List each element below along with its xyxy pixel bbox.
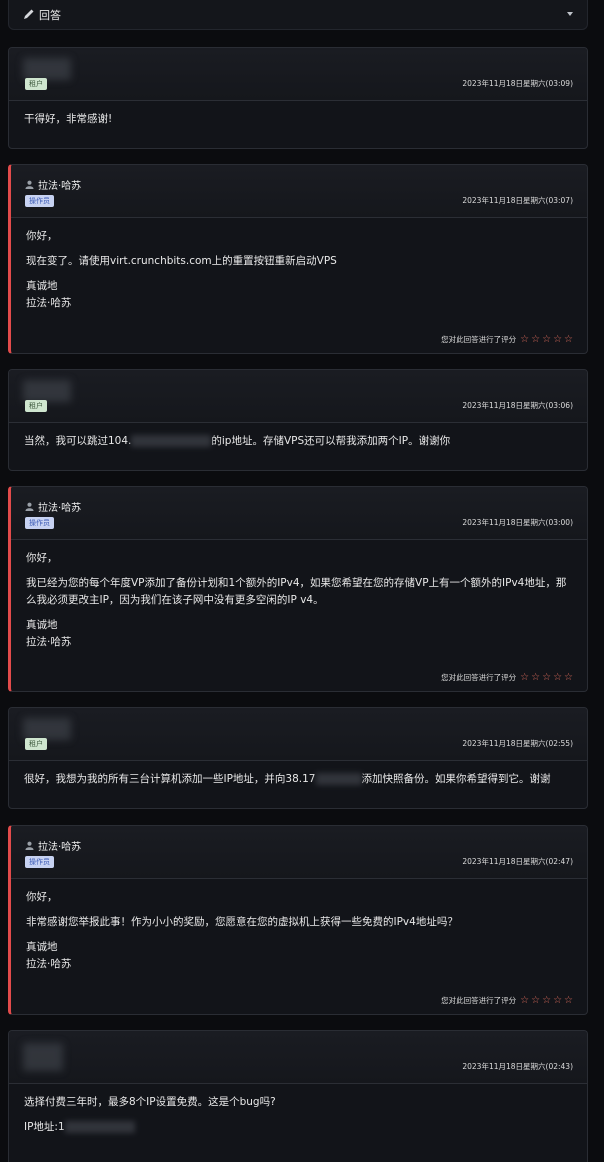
reply-label: 回答 bbox=[39, 9, 61, 22]
user-icon bbox=[25, 841, 34, 850]
role-badge: 租户 bbox=[25, 738, 47, 750]
star-icon[interactable]: ☆ bbox=[564, 334, 573, 345]
avatar bbox=[23, 380, 71, 402]
message-text: 你好， bbox=[26, 552, 58, 564]
author-name: 拉法·哈苏 bbox=[38, 503, 82, 514]
reply-toggle-bar[interactable]: 回答 bbox=[8, 0, 588, 30]
pencil-icon bbox=[24, 9, 34, 19]
rating-stars[interactable]: ☆ ☆ ☆ ☆ ☆ bbox=[520, 334, 573, 345]
star-icon[interactable]: ☆ bbox=[542, 334, 551, 345]
rating-stars[interactable]: ☆ ☆ ☆ ☆ ☆ bbox=[520, 672, 573, 683]
message-text: 当然，我可以跳过104. 的ip地址。存储VPS还可以帮我添加两个IP。谢谢你 bbox=[24, 435, 451, 447]
message-date: 2023年11月18日星期六(03:00) bbox=[462, 518, 573, 527]
ticket-message: 租户 2023年11月18日星期六(03:06) 当然，我可以跳过104. 的ip… bbox=[8, 369, 588, 471]
star-icon[interactable]: ☆ bbox=[542, 672, 551, 683]
message-date: 2023年11月18日星期六(03:06) bbox=[462, 401, 573, 410]
role-badge: 操作员 bbox=[25, 195, 54, 207]
message-text: 干得好，非常感谢! bbox=[24, 113, 113, 125]
ticket-message: 拉法·哈苏 操作员 2023年11月18日星期六(03:07) 你好， 现在变了… bbox=[8, 164, 588, 354]
role-badge: 操作员 bbox=[25, 517, 54, 529]
avatar bbox=[23, 58, 71, 80]
message-date: 2023年11月18日星期六(03:07) bbox=[462, 196, 573, 205]
signature-line: 真诚地 bbox=[26, 941, 58, 953]
user-icon bbox=[25, 180, 34, 189]
avatar bbox=[23, 718, 71, 740]
star-icon[interactable]: ☆ bbox=[553, 672, 562, 683]
signature-name: 拉法·哈苏 bbox=[26, 636, 72, 648]
message-text: IP地址:1 bbox=[24, 1119, 572, 1136]
message-text: 现在变了。请使用virt.crunchbits.com上的重置按钮重新启动VPS bbox=[26, 255, 337, 267]
star-icon[interactable]: ☆ bbox=[553, 995, 562, 1006]
star-icon[interactable]: ☆ bbox=[531, 672, 540, 683]
message-text: 你好， bbox=[26, 891, 58, 903]
star-icon[interactable]: ☆ bbox=[531, 334, 540, 345]
message-text: 选择付费三年时，最多8个IP设置免费。这是个bug吗? bbox=[24, 1096, 276, 1108]
redacted-text bbox=[131, 435, 212, 447]
redacted-text bbox=[315, 773, 362, 785]
ticket-message: 拉法·哈苏 操作员 2023年11月18日星期六(02:47) 你好， 非常感谢… bbox=[8, 825, 588, 1015]
star-icon[interactable]: ☆ bbox=[520, 672, 529, 683]
ticket-message: 租户 2023年11月18日星期六(02:55) 很好，我想为我的所有三台计算机… bbox=[8, 707, 588, 809]
signature-line: 真诚地 bbox=[26, 280, 58, 292]
rating-prompt: 您对此回答进行了评分 bbox=[441, 335, 517, 344]
star-icon[interactable]: ☆ bbox=[564, 672, 573, 683]
message-date: 2023年11月18日星期六(02:55) bbox=[462, 739, 573, 748]
signature-name: 拉法·哈苏 bbox=[26, 297, 72, 309]
role-badge: 操作员 bbox=[25, 856, 54, 868]
star-icon[interactable]: ☆ bbox=[531, 995, 540, 1006]
user-icon bbox=[25, 502, 34, 511]
star-icon[interactable]: ☆ bbox=[542, 995, 551, 1006]
message-date: 2023年11月18日星期六(02:43) bbox=[462, 1062, 573, 1071]
message-date: 2023年11月18日星期六(02:47) bbox=[462, 857, 573, 866]
rating-row: 您对此回答进行了评分 ☆ ☆ ☆ ☆ ☆ bbox=[441, 334, 573, 345]
star-icon[interactable]: ☆ bbox=[564, 995, 573, 1006]
signature-line: 真诚地 bbox=[26, 619, 58, 631]
message-text: 你好， bbox=[26, 230, 58, 242]
rating-row: 您对此回答进行了评分 ☆ ☆ ☆ ☆ ☆ bbox=[441, 995, 573, 1006]
message-text: 很好，我想为我的所有三台计算机添加一些IP地址，并向38.17 添加快照备份。如果… bbox=[24, 773, 551, 785]
chevron-down-icon[interactable] bbox=[567, 12, 573, 16]
author-name: 拉法·哈苏 bbox=[38, 842, 82, 853]
message-date: 2023年11月18日星期六(03:09) bbox=[462, 79, 573, 88]
message-text: 非常感谢您举报此事！作为小小的奖励，您愿意在您的虚拟机上获得一些免费的IPv4地… bbox=[26, 916, 458, 928]
author-name: 拉法·哈苏 bbox=[38, 181, 82, 192]
rating-prompt: 您对此回答进行了评分 bbox=[441, 996, 517, 1005]
star-icon[interactable]: ☆ bbox=[520, 995, 529, 1006]
role-badge: 租户 bbox=[25, 400, 47, 412]
rating-row: 您对此回答进行了评分 ☆ ☆ ☆ ☆ ☆ bbox=[441, 672, 573, 683]
star-icon[interactable]: ☆ bbox=[553, 334, 562, 345]
ticket-message: 2023年11月18日星期六(02:43) 选择付费三年时，最多8个IP设置免费… bbox=[8, 1030, 588, 1162]
signature-name: 拉法·哈苏 bbox=[26, 958, 72, 970]
avatar bbox=[23, 1043, 63, 1071]
redacted-text bbox=[64, 1121, 135, 1133]
ticket-message: 租户 2023年11月18日星期六(03:09) 干得好，非常感谢! bbox=[8, 47, 588, 149]
star-icon[interactable]: ☆ bbox=[520, 334, 529, 345]
rating-stars[interactable]: ☆ ☆ ☆ ☆ ☆ bbox=[520, 995, 573, 1006]
message-text: 我已经为您的每个年度VP添加了备份计划和1个额外的IPv4，如果您希望在您的存储… bbox=[26, 577, 567, 606]
role-badge: 租户 bbox=[25, 78, 47, 90]
ticket-message: 拉法·哈苏 操作员 2023年11月18日星期六(03:00) 你好， 我已经为… bbox=[8, 486, 588, 692]
rating-prompt: 您对此回答进行了评分 bbox=[441, 673, 517, 682]
